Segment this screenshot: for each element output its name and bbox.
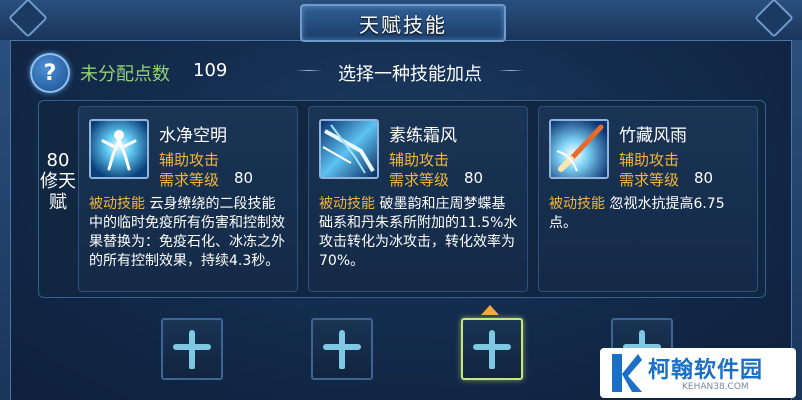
unallocated-points-label: 未分配点数: [80, 64, 170, 85]
corner-ornament-left: [8, 0, 48, 38]
skill-requirement-value: 80: [234, 169, 254, 187]
corner-ornament-right: [754, 0, 794, 38]
skill-card-2[interactable]: 素练霜风 辅助攻击 需求等级 80 被动技能 破墨韵和庄周梦蝶基础系和丹朱系所附…: [308, 106, 528, 292]
site-watermark: 柯翰软件园 KEHAN38.COM: [600, 348, 796, 398]
frame-right: [791, 40, 802, 400]
skill-name: 竹藏风雨: [619, 126, 687, 146]
talent-skill-window: 天赋技能 ? 未分配点数 109 选择一种技能加点 80修天赋 水净空明 辅助攻…: [0, 0, 802, 400]
watermark-text: 柯翰软件园: [648, 358, 764, 383]
watermark-subtext: KEHAN38.COM: [682, 382, 749, 392]
skill-name: 水净空明: [159, 126, 227, 146]
talent-slot-3[interactable]: [461, 318, 523, 380]
frost-wind-icon: [319, 119, 379, 179]
plus-icon: [323, 330, 361, 369]
passive-tag: 被动技能: [319, 196, 380, 212]
bamboo-brush-icon: [549, 119, 609, 179]
skill-card-3[interactable]: 竹藏风雨 辅助攻击 需求等级 80 被动技能 忽视水抗提高6.75点。: [538, 106, 758, 292]
skill-type: 辅助攻击: [159, 151, 220, 169]
skill-requirement-label: 需求等级: [159, 171, 220, 189]
selected-indicator-arrow: [481, 305, 499, 315]
talent-slot-2[interactable]: [311, 318, 373, 380]
window-header: 天赋技能: [0, 0, 802, 42]
skill-card-1[interactable]: 水净空明 辅助攻击 需求等级 80 被动技能 云身缭绕的二段技能中的临时免疫所有…: [78, 106, 298, 292]
skill-requirement-value: 80: [694, 169, 714, 187]
title-plate: 天赋技能: [300, 4, 506, 42]
passive-tag: 被动技能: [89, 196, 150, 212]
skill-type: 辅助攻击: [389, 151, 450, 169]
select-skill-hint: 选择一种技能加点: [338, 64, 482, 85]
unallocated-points-value: 109: [193, 60, 228, 81]
water-figure-icon: [89, 119, 149, 179]
skill-requirement-value: 80: [464, 169, 484, 187]
k-logo-icon: [612, 354, 642, 392]
help-button[interactable]: ?: [30, 53, 70, 93]
window-title: 天赋技能: [359, 12, 447, 37]
skill-description: 被动技能 忽视水抗提高6.75点。: [549, 195, 749, 233]
frame-left: [0, 40, 11, 400]
skill-description: 被动技能 云身缭绕的二段技能中的临时免疫所有伤害和控制效果替换为：免疫石化、冰冻…: [89, 195, 289, 271]
plus-icon: [473, 330, 511, 369]
skill-type: 辅助攻击: [619, 151, 680, 169]
talent-slot-1[interactable]: [161, 318, 223, 380]
skill-name: 素练霜风: [389, 126, 457, 146]
passive-tag: 被动技能: [549, 196, 610, 212]
plus-icon: [173, 330, 211, 369]
skill-requirement-label: 需求等级: [389, 171, 450, 189]
question-icon: ?: [43, 60, 57, 86]
skill-requirement-label: 需求等级: [619, 171, 680, 189]
hint-divider-right: [498, 70, 524, 71]
skill-description: 被动技能 破墨韵和庄周梦蝶基础系和丹朱系所附加的11.5%水攻击转化为冰攻击，转…: [319, 195, 519, 271]
tier-label: 80修天赋: [40, 150, 76, 213]
